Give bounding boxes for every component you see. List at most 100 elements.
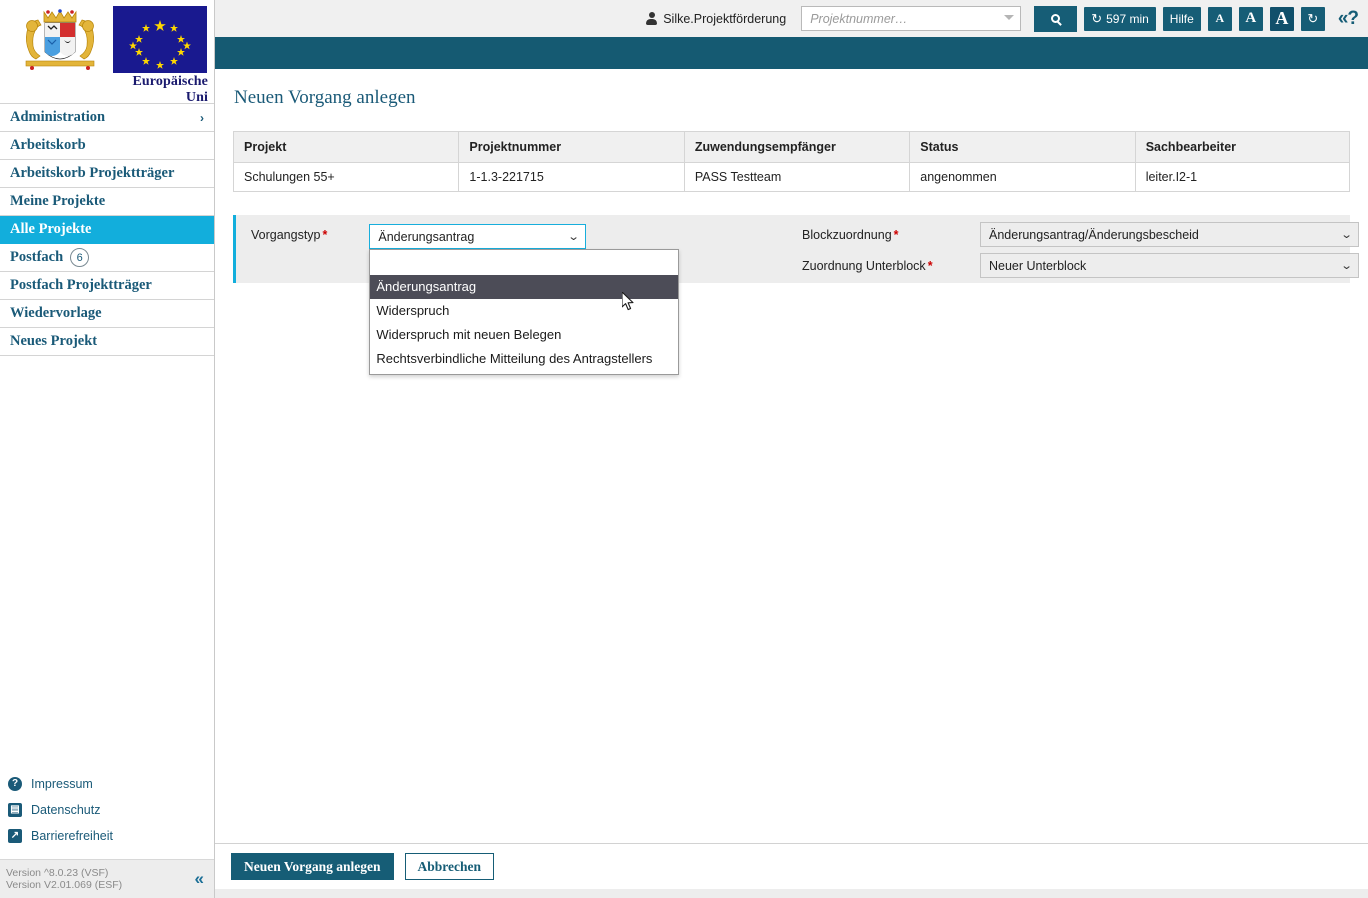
dropdown-option-empty[interactable] — [370, 252, 678, 275]
vorgangstyp-selected-value: Änderungsantrag — [378, 229, 475, 244]
zuordnung-unterblock-label: Zuordnung Unterblock * — [802, 259, 980, 273]
column-header-projektnummer: Projektnummer — [458, 131, 685, 163]
version-bar: Version ^8.0.23 (VSF) Version V2.01.069 … — [0, 860, 214, 898]
required-marker: * — [927, 258, 933, 273]
bottom-strip — [215, 889, 1368, 898]
search-field-wrapper — [801, 6, 1022, 31]
font-size-small-label: A — [1215, 11, 1225, 25]
cell-sachbearbeiter: leiter.I2-1 — [1135, 162, 1350, 192]
sidebar: Europäische Uni Administration › Arbeits… — [0, 0, 215, 898]
action-bar: Neuen Vorgang anlegen Abbrechen — [215, 843, 1368, 889]
sidebar-item-postfach-projekttraeger[interactable]: Postfach Projektträger — [0, 272, 214, 300]
column-header-sachbearbeiter: Sachbearbeiter — [1135, 131, 1350, 163]
sidebar-item-label: Arbeitskorb — [10, 137, 86, 153]
footer-link-label: Impressum — [31, 777, 93, 791]
accent-bar — [215, 37, 1368, 69]
session-timer-button[interactable]: ↻ 597 min — [1084, 6, 1156, 31]
blockzuordnung-label: Blockzuordnung * — [802, 228, 980, 242]
project-info-table: Projekt Projektnummer Zuwendungsempfänge… — [233, 131, 1350, 192]
blockzuordnung-select[interactable]: Änderungsantrag/Änderungsbescheid ⌄ — [980, 222, 1359, 247]
user-icon — [646, 12, 658, 25]
help-toggle-button[interactable]: «? — [1332, 8, 1359, 30]
top-toolbar: Silke.Projektförderung ↻ 597 min Hilfe A… — [215, 0, 1368, 37]
sidebar-item-label: Neues Projekt — [10, 333, 98, 349]
current-user: Silke.Projektförderung — [646, 12, 786, 26]
column-header-projekt: Projekt — [233, 131, 460, 163]
help-button-label: Hilfe — [1169, 11, 1194, 26]
document-icon: ▤ — [8, 803, 22, 817]
postfach-count-badge: 6 — [70, 248, 90, 267]
zuordnung-unterblock-select[interactable]: Neuer Unterblock ⌄ — [980, 253, 1359, 278]
vorgangstyp-label-text: Vorgangstyp — [251, 228, 321, 242]
font-size-small-button[interactable]: A — [1207, 6, 1232, 31]
font-size-medium-label: A — [1245, 10, 1257, 26]
application-root: Europäische Uni Administration › Arbeits… — [0, 0, 1368, 898]
footer-link-barrierefreiheit[interactable]: ↗ Barrierefreiheit — [0, 823, 214, 849]
search-input[interactable] — [801, 6, 1022, 31]
footer-link-datenschutz[interactable]: ▤ Datenschutz — [0, 797, 214, 823]
sidebar-item-meine-projekte[interactable]: Meine Projekte — [0, 188, 214, 216]
footer-link-label: Barrierefreiheit — [31, 829, 113, 843]
vorgangstyp-select[interactable]: Änderungsantrag ⌄ — [369, 224, 587, 249]
footer-link-impressum[interactable]: ? Impressum — [0, 771, 214, 797]
chevron-down-icon: ⌄ — [567, 231, 580, 243]
search-button[interactable] — [1034, 5, 1078, 32]
dropdown-option-widerspruch[interactable]: Widerspruch — [370, 299, 678, 323]
help-button[interactable]: Hilfe — [1162, 6, 1201, 31]
dropdown-option-widerspruch-neue-belege[interactable]: Widerspruch mit neuen Belegen — [370, 323, 678, 347]
footer-link-label: Datenschutz — [31, 803, 101, 817]
cell-zuwendungsempfaenger: PASS Testteam — [684, 162, 911, 192]
table-header-row: Projekt Projektnummer Zuwendungsempfänge… — [233, 131, 1350, 163]
refresh-icon: ↻ — [1307, 11, 1319, 26]
sidebar-item-postfach[interactable]: Postfach 6 — [0, 244, 214, 272]
sidebar-item-alle-projekte[interactable]: Alle Projekte — [0, 216, 214, 244]
vorgangstyp-dropdown-list[interactable]: Änderungsantrag Widerspruch Widerspruch … — [369, 249, 680, 375]
sidebar-item-neues-projekt[interactable]: Neues Projekt — [0, 328, 214, 356]
sidebar-item-label: Arbeitskorb Projektträger — [10, 165, 175, 181]
sidebar-footer-links: ? Impressum ▤ Datenschutz ↗ Barrierefrei… — [0, 765, 214, 860]
bavaria-coat-of-arms-icon — [8, 4, 107, 78]
reload-button[interactable]: ↻ — [1300, 6, 1325, 31]
sidebar-item-arbeitskorb[interactable]: Arbeitskorb — [0, 132, 214, 160]
dropdown-option-rechtsverbindliche-mitteilung[interactable]: Rechtsverbindliche Mitteilung des Antrag… — [370, 347, 678, 371]
zuordnung-unterblock-label-text: Zuordnung Unterblock — [802, 258, 926, 273]
font-size-large-button[interactable]: A — [1269, 6, 1294, 31]
blockzuordnung-label-text: Blockzuordnung — [802, 227, 892, 242]
required-marker: * — [322, 228, 328, 242]
column-header-zuwendungsempfaenger: Zuwendungsempfänger — [684, 131, 911, 163]
create-vorgang-button[interactable]: Neuen Vorgang anlegen — [231, 853, 394, 880]
question-mark-icon: ? — [8, 777, 22, 791]
eu-flag-icon — [112, 6, 207, 73]
sidebar-item-label: Meine Projekte — [10, 193, 106, 209]
vorgangstyp-label: Vorgangstyp * — [251, 224, 327, 242]
chevron-right-icon: › — [200, 110, 204, 125]
accessibility-icon: ↗ — [8, 829, 22, 843]
zuordnung-unterblock-row: Zuordnung Unterblock * Neuer Unterblock ⌄ — [802, 253, 1359, 278]
sidebar-item-label: Administration — [10, 109, 106, 125]
block-assignment-group: Blockzuordnung * Änderungsantrag/Änderung… — [802, 222, 1359, 278]
main-region: Silke.Projektförderung ↻ 597 min Hilfe A… — [215, 0, 1368, 898]
refresh-icon: ↻ — [1091, 11, 1103, 26]
cell-projekt: Schulungen 55+ — [233, 162, 460, 192]
content-area: Neuen Vorgang anlegen Projekt Projektnum… — [215, 69, 1368, 843]
vorgangstyp-select-wrapper: Änderungsantrag ⌄ Änderungsantrag Widers… — [369, 224, 680, 375]
sidebar-nav: Administration › Arbeitskorb Arbeitskorb… — [0, 103, 214, 356]
sidebar-item-label: Postfach Projektträger — [10, 277, 152, 293]
dropdown-option-aenderungsantrag[interactable]: Änderungsantrag — [370, 275, 679, 299]
sidebar-collapse-button[interactable]: « — [195, 869, 205, 889]
sidebar-item-label: Wiedervorlage — [10, 305, 102, 321]
sidebar-item-administration[interactable]: Administration › — [0, 104, 214, 132]
user-name: Silke.Projektförderung — [663, 11, 787, 26]
cancel-button[interactable]: Abbrechen — [404, 853, 495, 880]
required-marker: * — [893, 227, 899, 242]
font-size-medium-button[interactable]: A — [1238, 6, 1263, 31]
search-icon — [1051, 14, 1061, 23]
version-line-esf: Version V2.01.069 (ESF) — [6, 879, 123, 891]
sidebar-item-label: Alle Projekte — [10, 221, 92, 237]
version-line-vsf: Version ^8.0.23 (VSF) — [6, 866, 109, 879]
vorgangstyp-field-group: Vorgangstyp * Änderungsantrag ⌄ Änderungs… — [236, 224, 680, 375]
eu-caption: Europäische Uni — [132, 74, 208, 105]
sidebar-item-arbeitskorb-projekttraeger[interactable]: Arbeitskorb Projektträger — [0, 160, 214, 188]
sidebar-item-wiedervorlage[interactable]: Wiedervorlage — [0, 300, 214, 328]
vorgang-form-panel: Vorgangstyp * Änderungsantrag ⌄ Änderungs… — [233, 215, 1359, 375]
